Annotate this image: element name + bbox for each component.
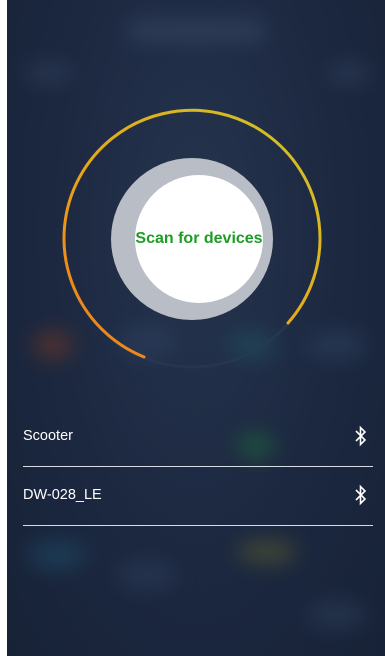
- device-name: Scooter: [23, 428, 73, 444]
- device-name: DW-028_LE: [23, 487, 102, 503]
- scan-button-label: Scan for devices: [135, 230, 263, 247]
- device-item-dw-028-le[interactable]: DW-028_LE: [23, 467, 373, 526]
- device-list: Scooter DW-028_LE: [23, 408, 373, 526]
- scan-screen: Scan for devices Scooter DW-028_LE: [7, 0, 385, 656]
- scan-for-devices-button[interactable]: Scan for devices: [135, 175, 263, 303]
- bluetooth-icon: [355, 425, 367, 447]
- device-item-scooter[interactable]: Scooter: [23, 408, 373, 467]
- scan-gauge: [62, 108, 322, 369]
- bluetooth-icon: [355, 484, 367, 506]
